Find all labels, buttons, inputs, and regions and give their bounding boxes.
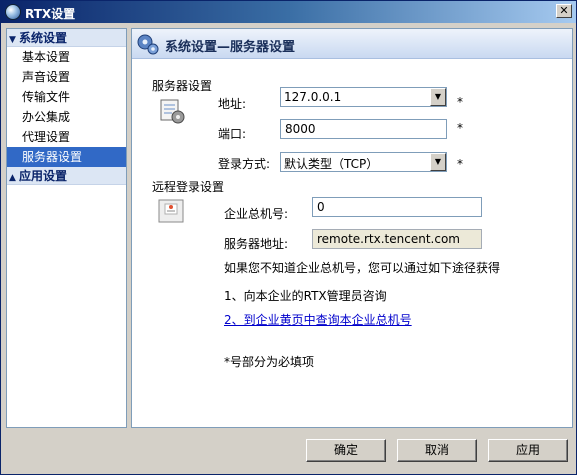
section-divider — [236, 184, 540, 185]
chevron-down-icon[interactable]: ▼ — [430, 153, 446, 171]
settings-nav-tree: ▼ 系统设置 基本设置 声音设置 传输文件 办公集成 代理设置 服务器设置 ▲ 应用… — [6, 28, 127, 428]
address-value: 127.0.0.1 — [284, 90, 342, 104]
required-asterisk: * — [457, 157, 463, 171]
port-label: 端口: — [218, 127, 247, 141]
nav-item-office-integration[interactable]: 办公集成 — [7, 107, 126, 127]
window-title: RTX设置 — [25, 7, 76, 21]
server-address-label: 服务器地址: — [224, 237, 289, 251]
nav-item-sound[interactable]: 声音设置 — [7, 67, 126, 87]
server-address-field: remote.rtx.tencent.com — [312, 229, 482, 249]
nav-item-basic[interactable]: 基本设置 — [7, 47, 126, 67]
settings-window: RTX设置 ✕ ▼ 系统设置 基本设置 声音设置 传输文件 办公集成 代理设置 服… — [0, 0, 577, 475]
nav-group-label: 应用设置 — [19, 169, 68, 183]
required-asterisk: * — [457, 95, 463, 109]
remote-section-label: 远程登录设置 — [152, 180, 225, 194]
port-input[interactable]: 8000 — [280, 119, 447, 139]
gears-icon — [137, 34, 159, 55]
settings-content-panel: 系统设置—服务器设置 服务器设置 地址: 127.0.0.1 ▼ * 端口: 8… — [131, 28, 573, 428]
panel-title: 系统设置—服务器设置 — [165, 40, 296, 55]
nav-group-system-settings[interactable]: ▼ 系统设置 — [7, 29, 126, 47]
required-asterisk: * — [457, 121, 463, 135]
chevron-down-icon[interactable]: ▼ — [430, 88, 446, 106]
cancel-button[interactable]: 取消 — [397, 439, 477, 462]
address-label: 地址: — [218, 97, 247, 111]
required-note: *号部分为必填项 — [224, 355, 315, 369]
login-method-value: 默认类型（TCP） — [284, 157, 379, 171]
login-method-label: 登录方式: — [218, 157, 271, 171]
rtx-app-icon — [5, 4, 21, 20]
corp-id-input[interactable]: 0 — [312, 197, 482, 217]
remote-login-icon — [158, 199, 184, 223]
collapsed-triangle-icon: ▲ — [9, 173, 16, 183]
close-button[interactable]: ✕ — [556, 4, 572, 18]
ok-button[interactable]: 确定 — [306, 439, 386, 462]
title-bar[interactable]: RTX设置 ✕ — [1, 1, 576, 23]
apply-button[interactable]: 应用 — [488, 439, 568, 462]
nav-group-app-settings[interactable]: ▲ 应用设置 — [7, 167, 126, 185]
panel-header: 系统设置—服务器设置 — [132, 29, 572, 59]
corp-id-label: 企业总机号: — [224, 207, 289, 221]
nav-item-proxy[interactable]: 代理设置 — [7, 127, 126, 147]
login-method-select[interactable]: 默认类型（TCP） ▼ — [280, 152, 447, 172]
nav-item-file-transfer[interactable]: 传输文件 — [7, 87, 126, 107]
server-section-label: 服务器设置 — [152, 79, 213, 93]
nav-item-server[interactable]: 服务器设置 — [7, 147, 126, 167]
hint-step-1: 1、向本企业的RTX管理员咨询 — [224, 289, 387, 303]
yellow-pages-link[interactable]: 2、到企业黄页中查询本企业总机号 — [224, 311, 412, 328]
section-divider — [236, 83, 540, 84]
expanded-triangle-icon: ▼ — [9, 35, 16, 45]
address-combobox[interactable]: 127.0.0.1 ▼ — [280, 87, 447, 107]
corp-id-hint: 如果您不知道企业总机号，您可以通过如下途径获得 — [224, 261, 501, 275]
server-config-icon — [160, 99, 185, 124]
nav-group-label: 系统设置 — [19, 31, 68, 45]
